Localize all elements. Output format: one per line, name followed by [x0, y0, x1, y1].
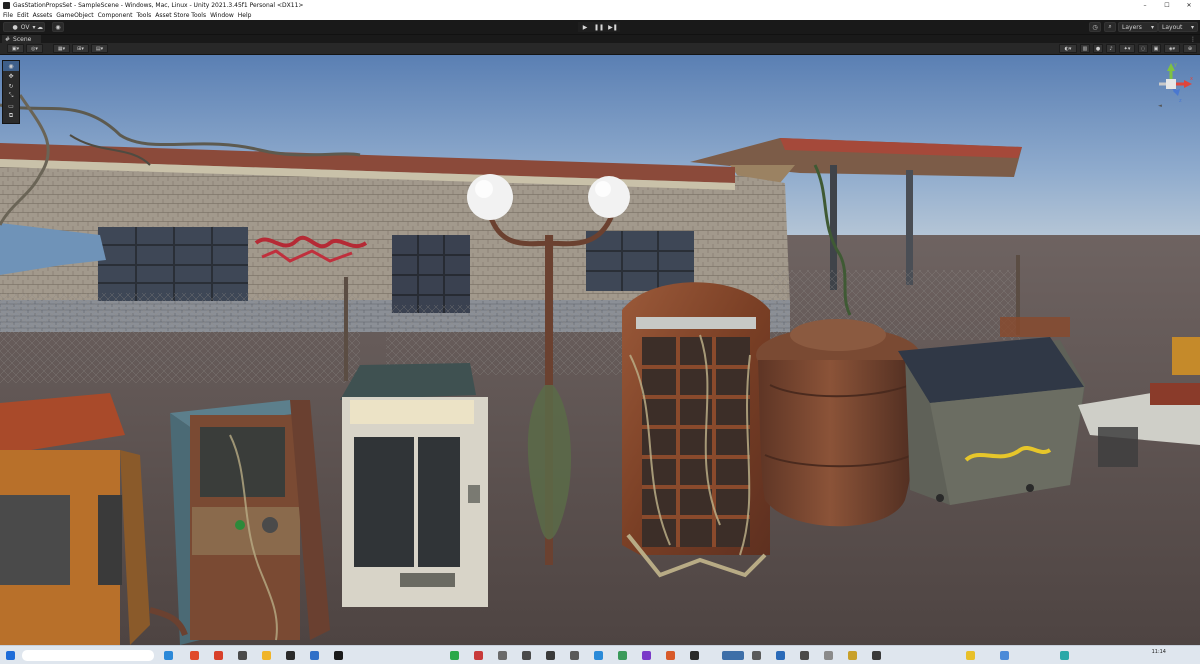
view-options-dropdown[interactable]: ▤▾: [91, 44, 108, 53]
taskbar-app-icon[interactable]: [594, 651, 603, 660]
taskbar-app-icon[interactable]: [752, 651, 761, 660]
taskbar-app-icon[interactable]: [666, 651, 675, 660]
snap-increment-dropdown[interactable]: ⊞▾: [72, 44, 89, 53]
os-taskbar: 11:14: [0, 645, 1200, 664]
history-icon[interactable]: ◷: [1089, 22, 1101, 32]
scale-tool-icon[interactable]: ⤡: [3, 91, 19, 101]
effects-dropdown[interactable]: ✦▾: [1119, 44, 1135, 53]
scene-toolbar: ▣▾ ◎▾ ▦▾ ⊞▾ ▤▾ ◐▾ ▥ ● ♪ ✦▾ ◌ ▣ ◈▾ ⊕: [0, 43, 1200, 55]
taskbar-app-icon[interactable]: [334, 651, 343, 660]
move-tool-icon[interactable]: ✥: [3, 71, 19, 81]
rect-tool-icon[interactable]: ▭: [3, 101, 19, 111]
taskbar-app-icon[interactable]: [776, 651, 785, 660]
menu-help[interactable]: Help: [238, 12, 252, 19]
pivot-dropdown[interactable]: ▣▾: [7, 44, 24, 53]
taskbar-app-icon[interactable]: [1060, 651, 1069, 660]
scene-tab-label: Scene: [13, 36, 32, 43]
menu-asset-store-tools[interactable]: Asset Store Tools: [155, 12, 206, 19]
orientation-gizmo[interactable]: y x z: [1146, 60, 1196, 112]
global-dropdown[interactable]: ◎▾: [26, 44, 43, 53]
chevron-down-icon: ▾: [1190, 23, 1194, 31]
taskbar-app-icon[interactable]: [546, 651, 555, 660]
step-button[interactable]: ▶❚: [606, 22, 620, 32]
menu-gameobject[interactable]: GameObject: [56, 12, 93, 19]
taskbar-search-input[interactable]: [22, 650, 154, 661]
taskbar-app-icon[interactable]: [618, 651, 627, 660]
taskbar-app-icon[interactable]: [800, 651, 809, 660]
layout-dropdown[interactable]: Layout ▾: [1158, 22, 1198, 32]
account-label: OV: [20, 23, 30, 31]
projection-indicator[interactable]: ◄: [1158, 103, 1162, 109]
menu-edit[interactable]: Edit: [17, 12, 29, 19]
gizmo-y-label: y: [1174, 62, 1177, 68]
cloud-icon[interactable]: ☁: [34, 22, 46, 32]
scene-search-icon[interactable]: ⊕: [1183, 44, 1197, 53]
search-icon[interactable]: ⌕: [1104, 22, 1116, 32]
menu-component[interactable]: Component: [98, 12, 133, 19]
chevron-down-icon: ▾: [1150, 23, 1154, 31]
taskbar-app-icon[interactable]: [450, 651, 459, 660]
menu-window[interactable]: Window: [210, 12, 234, 19]
taskbar-app-icon[interactable]: [824, 651, 833, 660]
taskbar-app-icon[interactable]: [848, 651, 857, 660]
scene-view[interactable]: [0, 55, 1200, 645]
gizmo-z-label: z: [1179, 98, 1182, 104]
collab-icon[interactable]: ◉: [52, 22, 64, 32]
menu-assets[interactable]: Assets: [33, 12, 53, 19]
close-button[interactable]: ✕: [1178, 0, 1200, 11]
pause-button[interactable]: ❚❚: [592, 22, 606, 32]
window-controls: – ☐ ✕: [1134, 0, 1200, 11]
layout-label: Layout: [1162, 23, 1183, 31]
view-tool-icon[interactable]: ◉: [3, 61, 19, 71]
taskbar-app-icon[interactable]: [1000, 651, 1009, 660]
window-title: GasStationPropsSet - SampleScene - Windo…: [13, 2, 304, 9]
tool-palette: ◉ ✥ ↻ ⤡ ▭ ⧉: [2, 60, 20, 124]
taskbar-unity-icon[interactable]: [722, 651, 744, 660]
rotate-tool-icon[interactable]: ↻: [3, 81, 19, 91]
taskbar-app-icon[interactable]: [642, 651, 651, 660]
minimize-button[interactable]: –: [1134, 0, 1156, 11]
audio-toggle[interactable]: ♪: [1106, 44, 1116, 53]
gizmo-x-label: x: [1190, 76, 1193, 82]
taskbar-app-icon[interactable]: [966, 651, 975, 660]
taskbar-app-icon[interactable]: [570, 651, 579, 660]
main-toolbar: ● OV ▾ ☁ ◉ ▶ ❚❚ ▶❚ ◷ ⌕ Layers ▾ Layout ▾: [0, 20, 1200, 34]
play-controls: ▶ ❚❚ ▶❚: [578, 22, 620, 32]
menu-tools[interactable]: Tools: [136, 12, 151, 19]
camera-icon[interactable]: ▣: [1151, 44, 1161, 53]
scene-render: [0, 55, 1200, 645]
lighting-toggle[interactable]: ●: [1093, 44, 1103, 53]
taskbar-app-icon[interactable]: [164, 651, 173, 660]
layers-label: Layers: [1122, 23, 1142, 31]
scene-tab-icon: #: [5, 36, 11, 43]
gizmos-dropdown[interactable]: ◈▾: [1164, 44, 1180, 53]
taskbar-app-icon[interactable]: [214, 651, 223, 660]
taskbar-app-icon[interactable]: [498, 651, 507, 660]
layers-dropdown[interactable]: Layers ▾: [1118, 22, 1158, 32]
taskbar-app-icon[interactable]: [310, 651, 319, 660]
account-icon: ●: [12, 23, 18, 31]
hidden-objects-toggle[interactable]: ◌: [1138, 44, 1148, 53]
play-button[interactable]: ▶: [578, 22, 592, 32]
taskbar-app-icon[interactable]: [474, 651, 483, 660]
start-icon[interactable]: [6, 651, 15, 660]
maximize-button[interactable]: ☐: [1156, 0, 1178, 11]
taskbar-app-icon[interactable]: [690, 651, 699, 660]
grid-snap-dropdown[interactable]: ▦▾: [53, 44, 70, 53]
draw-mode-dropdown[interactable]: ◐▾: [1059, 44, 1077, 53]
unity-logo-icon: [3, 2, 10, 9]
taskbar-app-icon[interactable]: [262, 651, 271, 660]
taskbar-app-icon[interactable]: [522, 651, 531, 660]
title-bar: GasStationPropsSet - SampleScene - Windo…: [0, 0, 1200, 11]
menu-file[interactable]: File: [3, 12, 13, 19]
taskbar-app-icon[interactable]: [872, 651, 881, 660]
taskbar-app-icon[interactable]: [190, 651, 199, 660]
transform-tool-icon[interactable]: ⧉: [3, 111, 19, 121]
taskbar-clock: 11:14: [1151, 649, 1166, 655]
taskbar-app-icon[interactable]: [286, 651, 295, 660]
taskbar-app-icon[interactable]: [238, 651, 247, 660]
2d-toggle[interactable]: ▥: [1080, 44, 1090, 53]
